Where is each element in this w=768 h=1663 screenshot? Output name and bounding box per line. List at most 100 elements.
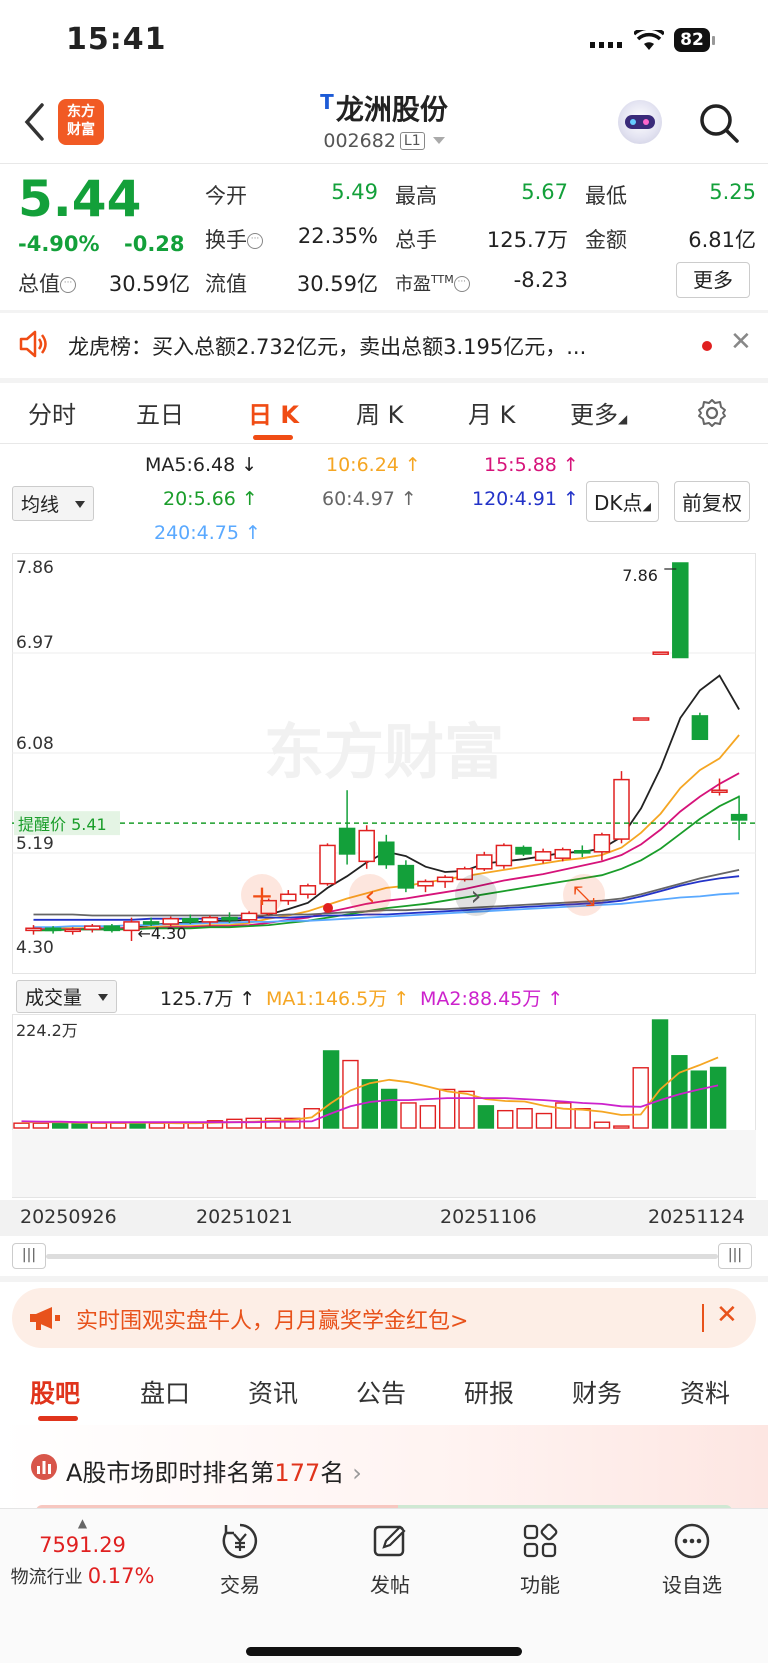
signal-icon bbox=[590, 42, 622, 48]
volume-bar bbox=[593, 1121, 611, 1129]
open-value: 5.49 bbox=[331, 180, 378, 204]
candle bbox=[299, 885, 317, 896]
tab-weekly-k[interactable]: 周 K bbox=[356, 395, 403, 430]
dragon-tiger-text: 龙虎榜：买入总额2.732亿元，卖出总额3.195亿元，... bbox=[68, 335, 587, 359]
tab-five-day[interactable]: 五日 bbox=[136, 395, 184, 430]
volume-bar bbox=[439, 1088, 456, 1129]
tab-finance[interactable]: 财务 bbox=[572, 1374, 622, 1410]
amount-value: 6.81亿 bbox=[688, 228, 756, 252]
rank-text: A股市场即时排名第177名 › bbox=[66, 1459, 362, 1487]
scroll-handle-left[interactable]: ||| bbox=[12, 1243, 46, 1269]
candle bbox=[691, 715, 709, 741]
mcap-label: 总值 ··· bbox=[18, 268, 76, 298]
high-label: 最高 bbox=[395, 184, 437, 208]
volume-value: 125.7万 bbox=[486, 228, 568, 252]
candle bbox=[64, 928, 81, 933]
volume-bar bbox=[651, 1019, 669, 1129]
tab-news[interactable]: 资讯 bbox=[248, 1374, 298, 1410]
promo-divider bbox=[702, 1304, 704, 1332]
chart-range-scrollbar[interactable]: ||| ||| bbox=[0, 1243, 768, 1269]
robot-assistant-icon[interactable] bbox=[618, 100, 662, 144]
scroll-track[interactable] bbox=[46, 1254, 718, 1259]
moving-average-legend: MA5:6.48 ↓ 10:6.24 ↑ 15:5.88 ↑ 均线 20:5.6… bbox=[0, 448, 768, 548]
y-axis-label: 6.08 bbox=[16, 734, 54, 754]
tab-order-book[interactable]: 盘口 bbox=[140, 1374, 190, 1410]
volume-label: 总手 bbox=[395, 228, 437, 252]
candle bbox=[338, 827, 356, 855]
date-axis: 20250926 20251021 20251106 20251124 bbox=[0, 1200, 768, 1236]
tab-research[interactable]: 研报 bbox=[464, 1374, 514, 1410]
industry-change: 0.17% bbox=[87, 1564, 155, 1588]
volume-selector[interactable]: 成交量 bbox=[16, 980, 118, 1013]
low-label: 最低 bbox=[585, 184, 627, 208]
current-price: 5.44 bbox=[18, 170, 142, 228]
volume-bar bbox=[13, 1122, 30, 1129]
volume-bar bbox=[380, 1088, 398, 1129]
candle bbox=[436, 876, 454, 883]
industry-index-value: 7591.29 bbox=[39, 1533, 126, 1557]
search-icon[interactable] bbox=[698, 102, 740, 144]
level-badge: L1 bbox=[399, 132, 425, 150]
battery-icon: 82 bbox=[674, 28, 710, 52]
market-rank-banner[interactable]: A股市场即时排名第177名 › bbox=[0, 1425, 768, 1513]
promo-banner[interactable]: 实时围观实盘牛人，月月赢奖学金红包> ✕ bbox=[12, 1288, 756, 1348]
settings-gear-icon[interactable] bbox=[696, 397, 728, 429]
ma15-value: 15:5.88 ↑ bbox=[484, 454, 579, 476]
forward-adjusted-button[interactable]: 前复权 bbox=[674, 481, 750, 522]
turnover-value: 22.35% bbox=[297, 224, 378, 248]
plus-icon-glyph: + bbox=[250, 879, 273, 912]
candle bbox=[358, 829, 375, 863]
volume-bar bbox=[574, 1108, 591, 1129]
plus-icon[interactable]: + bbox=[241, 874, 283, 916]
candle bbox=[397, 864, 415, 889]
trade-button[interactable]: 交易 bbox=[190, 1521, 290, 1598]
y-axis-max-label: 224.2万 bbox=[16, 1021, 78, 1040]
tab-intraday[interactable]: 分时 bbox=[28, 395, 76, 430]
functions-button[interactable]: 功能 bbox=[490, 1521, 590, 1598]
tab-forum[interactable]: 股吧 bbox=[30, 1374, 80, 1410]
candle bbox=[554, 848, 571, 859]
amount-label: 金额 bbox=[585, 228, 627, 252]
candle bbox=[613, 778, 630, 840]
candlestick-chart[interactable]: 东方财富 7.86 6.97 6.08 5.19 4.30 提醒价 5.41 7.86 ←4.3… bbox=[12, 553, 756, 975]
dk-points-button[interactable]: DK点◢ bbox=[586, 481, 659, 522]
tab-profile[interactable]: 资料 bbox=[680, 1374, 730, 1410]
more-button[interactable]: 更多 bbox=[676, 262, 750, 298]
quote-panel: 5.44 -4.90% -0.28 今开 5.49 最高 5.67 最低 5.2… bbox=[0, 166, 768, 306]
turnover-label: 换手 ··· bbox=[205, 224, 263, 254]
volume-bar bbox=[555, 1102, 572, 1129]
date-label: 20251124 bbox=[648, 1206, 745, 1228]
tab-monthly-k[interactable]: 月 K bbox=[468, 395, 515, 430]
close-icon[interactable]: ✕ bbox=[716, 1300, 738, 1330]
close-icon[interactable]: ✕ bbox=[730, 327, 752, 357]
pe-label: 市盈TTM ··· bbox=[395, 270, 470, 296]
tab-announcements[interactable]: 公告 bbox=[356, 1374, 406, 1410]
ma20-value: 20:5.66 ↑ bbox=[163, 488, 258, 510]
tab-more[interactable]: 更多◢ bbox=[570, 395, 627, 430]
post-button[interactable]: 发帖 bbox=[340, 1521, 440, 1598]
low-value: 5.25 bbox=[709, 180, 756, 204]
next-icon[interactable]: › bbox=[455, 874, 497, 916]
indicator-selector[interactable]: 均线 bbox=[12, 486, 95, 521]
volume-bar bbox=[32, 1122, 50, 1129]
ma5-value: MA5:6.48 ↓ bbox=[145, 454, 258, 476]
candle bbox=[711, 789, 728, 793]
scroll-handle-right[interactable]: ||| bbox=[718, 1243, 752, 1269]
volume-bar bbox=[477, 1105, 495, 1129]
volume-chart[interactable]: 224.2万 bbox=[12, 1014, 756, 1198]
industry-index[interactable]: ▲ 7591.29 物流行业 0.17% bbox=[0, 1517, 165, 1589]
prev-icon-glyph: ‹ bbox=[364, 879, 375, 912]
dragon-tiger-banner[interactable]: 龙虎榜：买入总额2.732亿元，卖出总额3.195亿元，... ✕ bbox=[0, 313, 768, 377]
prev-icon[interactable]: ‹ bbox=[349, 874, 391, 916]
expand-icon[interactable]: ⤡ bbox=[563, 874, 605, 916]
volume-bar bbox=[516, 1108, 533, 1129]
volume-bar bbox=[226, 1118, 243, 1129]
battery-tip bbox=[712, 36, 715, 45]
chart-period-tabs: 分时 五日 日 K 周 K 月 K 更多◢ bbox=[0, 383, 768, 443]
candle bbox=[730, 813, 748, 821]
add-watchlist-button[interactable]: 设自选 bbox=[642, 1521, 742, 1598]
volume-bar bbox=[129, 1122, 146, 1129]
megaphone-icon bbox=[30, 1307, 60, 1330]
candle bbox=[103, 925, 121, 932]
tab-daily-k[interactable]: 日 K bbox=[248, 395, 299, 430]
